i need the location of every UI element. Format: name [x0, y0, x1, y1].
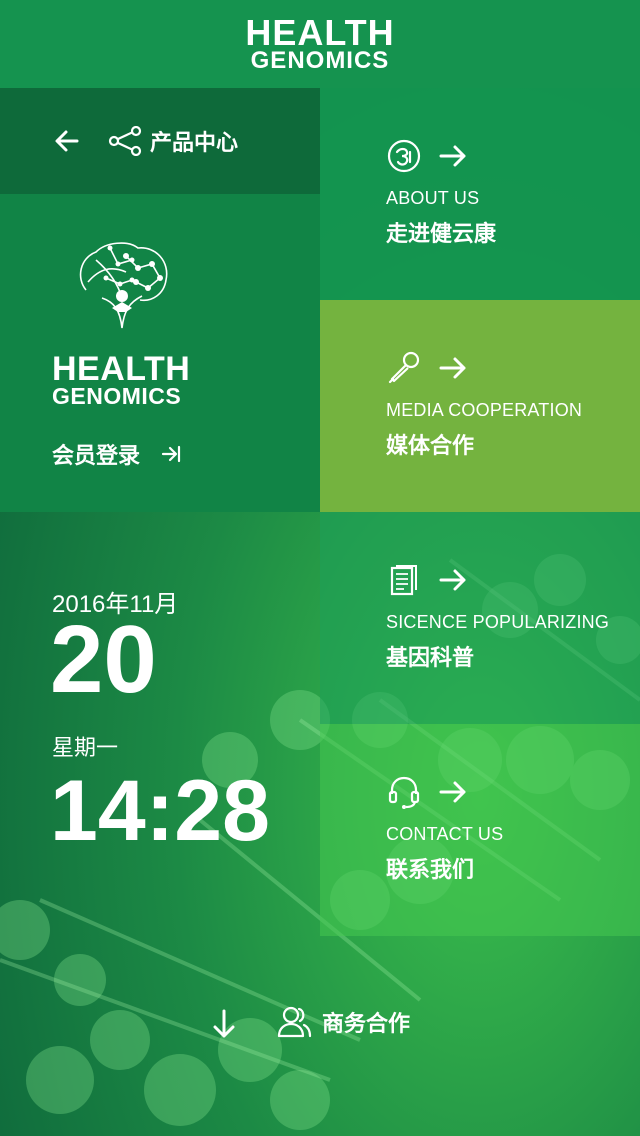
member-logo-line2: GENOMICS — [52, 383, 182, 409]
business-cooperation-label: 商务合作 — [322, 1012, 411, 1037]
tile-media-en: MEDIA COOPERATION — [386, 400, 583, 420]
about-icon — [387, 139, 421, 173]
member-login-button[interactable]: 会员登录 — [52, 438, 182, 470]
member-logo-text: HEALTH GENOMICS — [52, 352, 190, 408]
arrow-right-icon — [439, 781, 466, 803]
people-icon — [277, 1006, 312, 1038]
share-icon[interactable] — [108, 126, 144, 156]
tile-about-en: ABOUT US — [386, 188, 480, 208]
headset-icon — [388, 776, 420, 809]
nav-title: 产品中心 — [150, 131, 239, 156]
arrow-left-icon[interactable] — [52, 126, 82, 156]
weekday-text: 星期一 — [52, 736, 119, 761]
tile-contact-us[interactable]: CONTACT US 联系我们 — [320, 724, 640, 936]
arrow-down-icon[interactable] — [208, 1008, 240, 1040]
tile-contact-cn: 联系我们 — [386, 858, 475, 883]
business-cooperation-button[interactable]: 商务合作 — [276, 1004, 410, 1040]
tile-about-cn: 走进健云康 — [386, 222, 497, 247]
document-icon — [390, 565, 417, 596]
datetime-panel: 2016年11月 20 星期一 14:28 — [0, 512, 320, 936]
tile-media-cooperation[interactable]: MEDIA COOPERATION 媒体合作 — [320, 300, 640, 512]
tree-logo-icon — [79, 242, 168, 329]
login-arrow-icon — [161, 445, 181, 463]
nav-bar: 产品中心 — [0, 88, 320, 194]
tile-science-cn: 基因科普 — [386, 646, 475, 671]
arrow-right-icon — [439, 569, 466, 591]
member-panel: HEALTH GENOMICS 会员登录 — [0, 194, 320, 512]
tile-contact-en: CONTACT US — [386, 824, 504, 844]
header-logo[interactable]: HEALTH GENOMICS — [245, 15, 394, 73]
member-login-label: 会员登录 — [52, 444, 141, 469]
bottom-bar: 商务合作 — [0, 990, 640, 1060]
tile-science-en: SICENCE POPULARIZING — [386, 612, 610, 632]
arrow-right-icon — [439, 357, 466, 379]
tile-about-us[interactable]: ABOUT US 走进健云康 — [320, 88, 640, 300]
clock-time: 14:28 — [50, 763, 270, 859]
tile-science-popularizing[interactable]: SICENCE POPULARIZING 基因科普 — [320, 512, 640, 724]
day-number: 20 — [50, 606, 157, 713]
tile-media-cn: 媒体合作 — [386, 434, 475, 459]
header-logo-line2: GENOMICS — [250, 47, 390, 74]
member-logo-line1: HEALTH — [52, 350, 191, 388]
header-logo-line1: HEALTH — [245, 12, 395, 53]
app-header: HEALTH GENOMICS — [0, 0, 640, 88]
arrow-right-icon — [439, 145, 466, 167]
microphone-icon — [388, 351, 420, 384]
